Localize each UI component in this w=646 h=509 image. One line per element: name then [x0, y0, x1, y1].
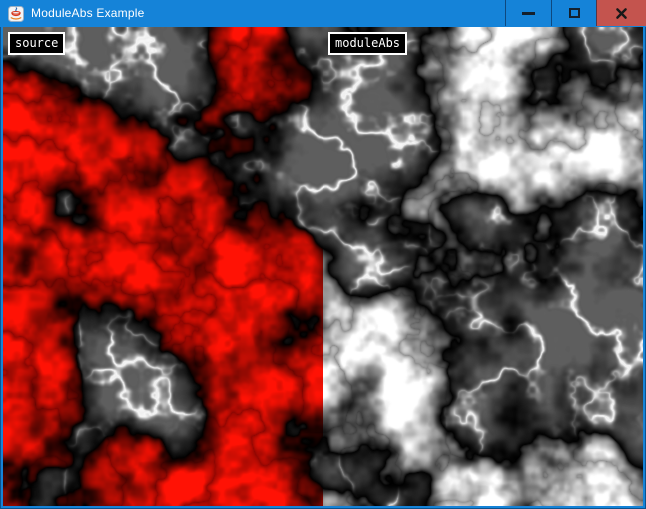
- moduleabs-panel: moduleAbs: [323, 27, 643, 506]
- close-icon: [615, 7, 628, 20]
- minimize-button[interactable]: [505, 0, 551, 26]
- minimize-icon: [522, 12, 535, 15]
- moduleabs-noise-image: [323, 27, 643, 506]
- source-label: source: [8, 32, 65, 55]
- app-window: ModuleAbs Example source moduleAbs: [0, 0, 646, 509]
- maximize-button[interactable]: [551, 0, 596, 26]
- window-controls: [505, 0, 646, 26]
- java-coffee-cup-icon: [8, 6, 24, 22]
- moduleabs-label: moduleAbs: [328, 32, 407, 55]
- source-noise-image: [3, 27, 323, 506]
- window-title: ModuleAbs Example: [31, 0, 144, 27]
- titlebar[interactable]: ModuleAbs Example: [0, 0, 646, 27]
- content-area: source moduleAbs: [3, 27, 643, 506]
- close-button[interactable]: [596, 0, 646, 26]
- source-panel: source: [3, 27, 323, 506]
- maximize-icon: [569, 8, 580, 18]
